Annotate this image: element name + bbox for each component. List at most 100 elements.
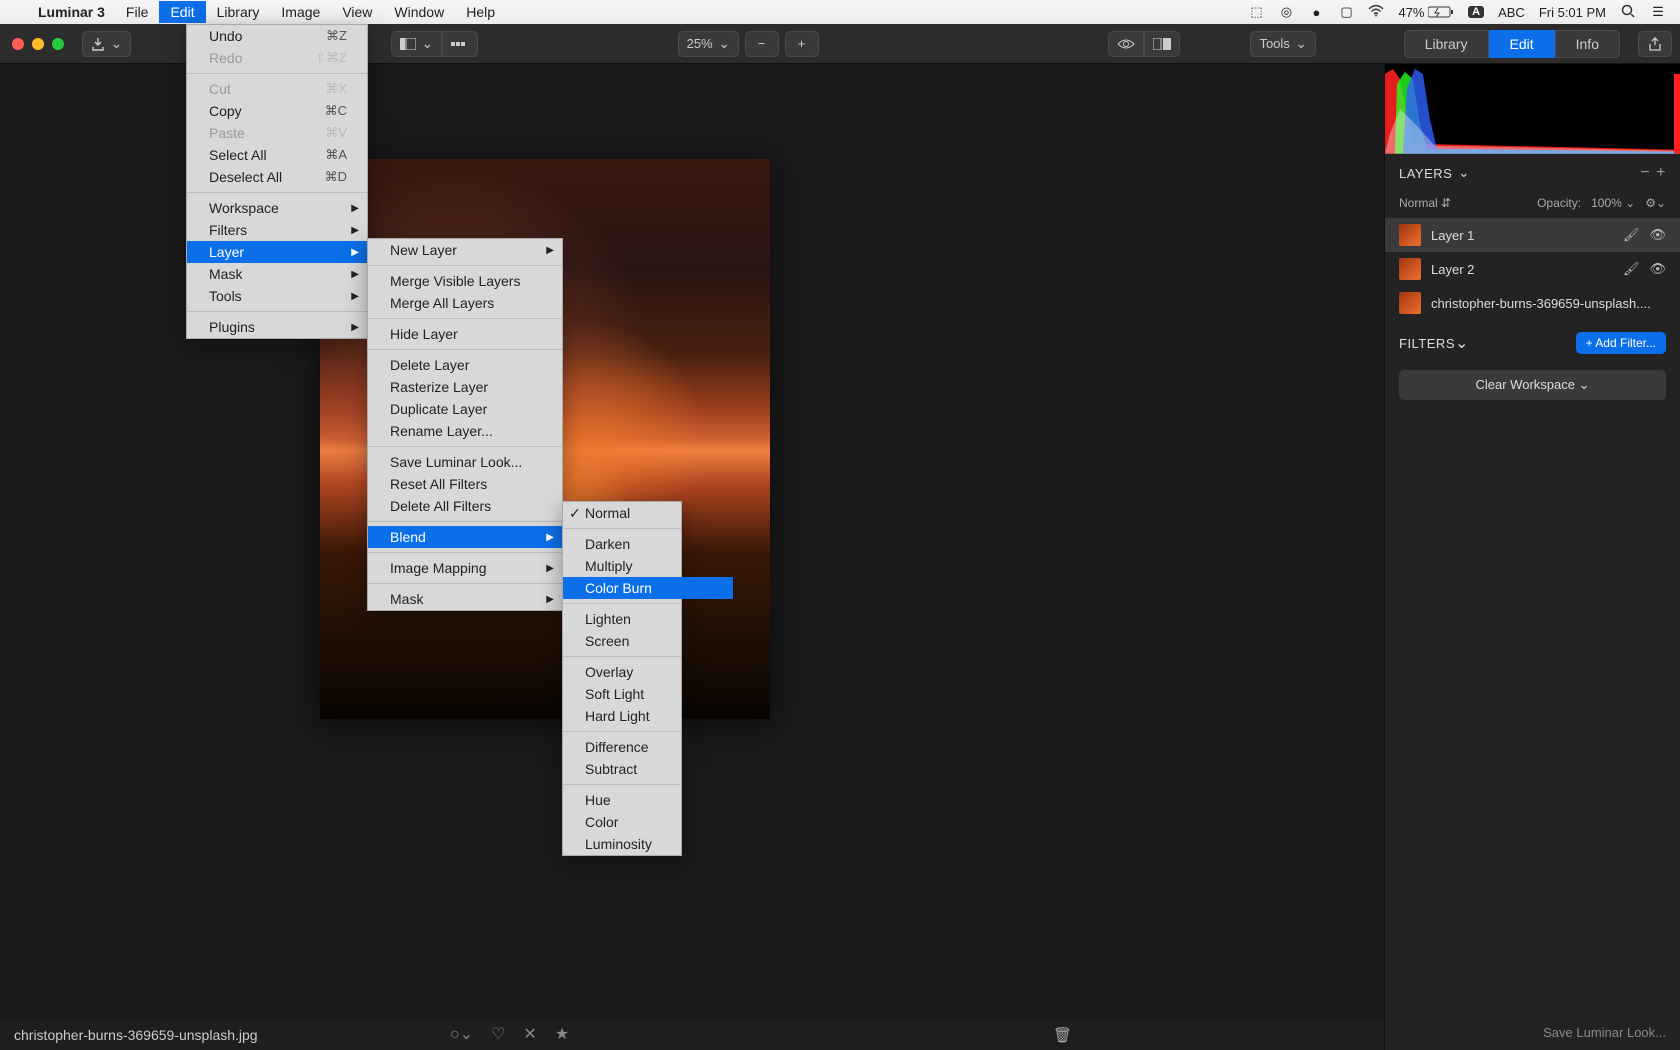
window-controls (8, 38, 72, 50)
mac-menubar: Luminar 3 File Edit Library Image View W… (0, 0, 1680, 24)
layer-name: christopher-burns-369659-unsplash.... (1431, 296, 1666, 311)
layers-header[interactable]: LAYERS⌄ − + (1385, 154, 1680, 192)
layer-menu-item[interactable]: Hide Layer (368, 323, 562, 345)
layer-menu-item[interactable]: Merge Visible Layers (368, 270, 562, 292)
brush-icon[interactable]: 🖌 (1623, 227, 1640, 243)
blend-menu-item[interactable]: Screen (563, 630, 733, 652)
clear-workspace-button[interactable]: Clear Workspace ⌄ (1399, 370, 1666, 400)
trash-icon[interactable]: 🗑 (1053, 1026, 1072, 1044)
menu-file[interactable]: File (115, 1, 160, 23)
input-source-badge[interactable]: A (1468, 6, 1484, 18)
creative-cloud-icon[interactable]: ◎ (1278, 4, 1294, 20)
layer-menu-item[interactable]: Delete Layer (368, 354, 562, 376)
blend-menu-item[interactable]: Color Burn (563, 577, 733, 599)
blend-menu-item[interactable]: Overlay (563, 661, 733, 683)
layer-menu-item[interactable]: Duplicate Layer (368, 398, 562, 420)
blend-menu-item[interactable]: ✓Normal (563, 502, 733, 524)
quick-preview-button[interactable] (1108, 31, 1144, 57)
edit-menu-item[interactable]: Tools▶ (187, 285, 367, 307)
wifi-icon[interactable] (1368, 5, 1384, 20)
layer-menu-item[interactable]: Rename Layer... (368, 420, 562, 442)
chevron-down-icon: ⌄ (1458, 165, 1469, 181)
blend-menu-item[interactable]: Hue (563, 789, 733, 811)
tab-edit[interactable]: Edit (1489, 30, 1555, 58)
brush-icon[interactable]: 🖌 (1623, 261, 1640, 277)
tab-info[interactable]: Info (1555, 30, 1620, 58)
blend-menu-item[interactable]: Subtract (563, 758, 733, 780)
zoom-out-button[interactable]: − (745, 31, 779, 57)
histogram[interactable] (1385, 64, 1680, 154)
blend-menu-item[interactable]: Luminosity (563, 833, 733, 855)
layer-menu-item[interactable]: Reset All Filters (368, 473, 562, 495)
tab-library[interactable]: Library (1404, 30, 1489, 58)
edit-menu-item[interactable]: Mask▶ (187, 263, 367, 285)
menubar-clock[interactable]: Fri 5:01 PM (1539, 5, 1606, 20)
color-label-icon[interactable]: ○⌄ (450, 1024, 473, 1044)
edit-menu-item[interactable]: Plugins▶ (187, 316, 367, 338)
menu-image[interactable]: Image (270, 1, 331, 23)
dropbox-icon[interactable]: ⬚ (1248, 4, 1264, 20)
edit-menu-item[interactable]: Workspace▶ (187, 197, 367, 219)
blend-menu-item[interactable]: Color (563, 811, 733, 833)
add-layer-icon[interactable]: + (1656, 164, 1666, 182)
rating-icon[interactable]: ★ (555, 1024, 569, 1044)
blend-menu-item[interactable]: Hard Light (563, 705, 733, 727)
edit-menu-item[interactable]: Filters▶ (187, 219, 367, 241)
save-look-button[interactable]: Save Luminar Look... (1385, 1015, 1680, 1050)
layer-menu-item[interactable]: Blend▶ (368, 526, 562, 548)
filmstrip-view-button[interactable] (442, 31, 478, 57)
layer-menu-item[interactable]: Save Luminar Look... (368, 451, 562, 473)
menu-view[interactable]: View (331, 1, 383, 23)
tools-dropdown[interactable]: Tools ⌄ (1250, 31, 1315, 57)
blend-mode-dropdown[interactable]: Normal ⇵ (1399, 196, 1451, 210)
layer-menu-item[interactable]: Delete All Filters (368, 495, 562, 517)
menu-library[interactable]: Library (206, 1, 271, 23)
layer-row[interactable]: Layer 2 🖌 👁 (1385, 252, 1680, 286)
layer-menu-item[interactable]: Image Mapping▶ (368, 557, 562, 579)
spotlight-icon[interactable] (1620, 4, 1636, 21)
collapse-layers-icon[interactable]: − (1640, 164, 1650, 182)
visibility-icon[interactable]: 👁 (1649, 227, 1666, 243)
menu-edit[interactable]: Edit (159, 1, 205, 23)
blend-menu-item[interactable]: Soft Light (563, 683, 733, 705)
favorite-icon[interactable]: ♡ (491, 1024, 505, 1044)
single-view-button[interactable]: ⌄ (391, 31, 442, 57)
export-button[interactable]: ⌄ (82, 31, 131, 57)
menu-help[interactable]: Help (455, 1, 506, 23)
reject-icon[interactable]: ✕ (523, 1024, 536, 1044)
layer-menu-item[interactable]: New Layer▶ (368, 239, 562, 261)
airplay-icon[interactable]: ▢ (1338, 4, 1354, 20)
battery-status[interactable]: 47% (1398, 5, 1454, 20)
edit-menu-item[interactable]: Select All⌘A (187, 144, 367, 166)
edit-menu-item[interactable]: Layer▶ (187, 241, 367, 263)
share-button[interactable] (1638, 31, 1672, 57)
blend-menu-item[interactable]: Multiply (563, 555, 733, 577)
add-filter-button[interactable]: + Add Filter... (1576, 332, 1666, 354)
edit-menu-item[interactable]: Copy⌘C (187, 100, 367, 122)
input-source-label[interactable]: ABC (1498, 5, 1525, 20)
layer-gear-icon[interactable]: ⚙⌄ (1645, 196, 1666, 210)
notification-center-icon[interactable]: ☰ (1650, 4, 1666, 20)
tray-app-icon[interactable]: ● (1308, 5, 1324, 20)
zoom-in-button[interactable]: + (785, 31, 819, 57)
compare-button[interactable] (1144, 31, 1180, 57)
opacity-dropdown[interactable]: 100% ⌄ (1591, 196, 1635, 210)
edit-menu-item[interactable]: Deselect All⌘D (187, 166, 367, 188)
layer-menu-item[interactable]: Rasterize Layer (368, 376, 562, 398)
close-window[interactable] (12, 38, 24, 50)
layer-menu-item[interactable]: Mask▶ (368, 588, 562, 610)
menu-window[interactable]: Window (383, 1, 455, 23)
blend-menu-item[interactable]: Darken (563, 533, 733, 555)
visibility-icon[interactable]: 👁 (1649, 261, 1666, 277)
layer-row[interactable]: christopher-burns-369659-unsplash.... (1385, 286, 1680, 320)
app-title[interactable]: Luminar 3 (28, 4, 115, 20)
filters-header: FILTERS⌄ + Add Filter... (1385, 320, 1680, 366)
blend-menu-item[interactable]: Difference (563, 736, 733, 758)
minimize-window[interactable] (32, 38, 44, 50)
layer-row[interactable]: Layer 1 🖌 👁 (1385, 218, 1680, 252)
edit-menu-item[interactable]: Undo⌘Z (187, 25, 367, 47)
zoom-window[interactable] (52, 38, 64, 50)
blend-menu-item[interactable]: Lighten (563, 608, 733, 630)
zoom-dropdown[interactable]: 25% ⌄ (678, 31, 739, 57)
layer-menu-item[interactable]: Merge All Layers (368, 292, 562, 314)
